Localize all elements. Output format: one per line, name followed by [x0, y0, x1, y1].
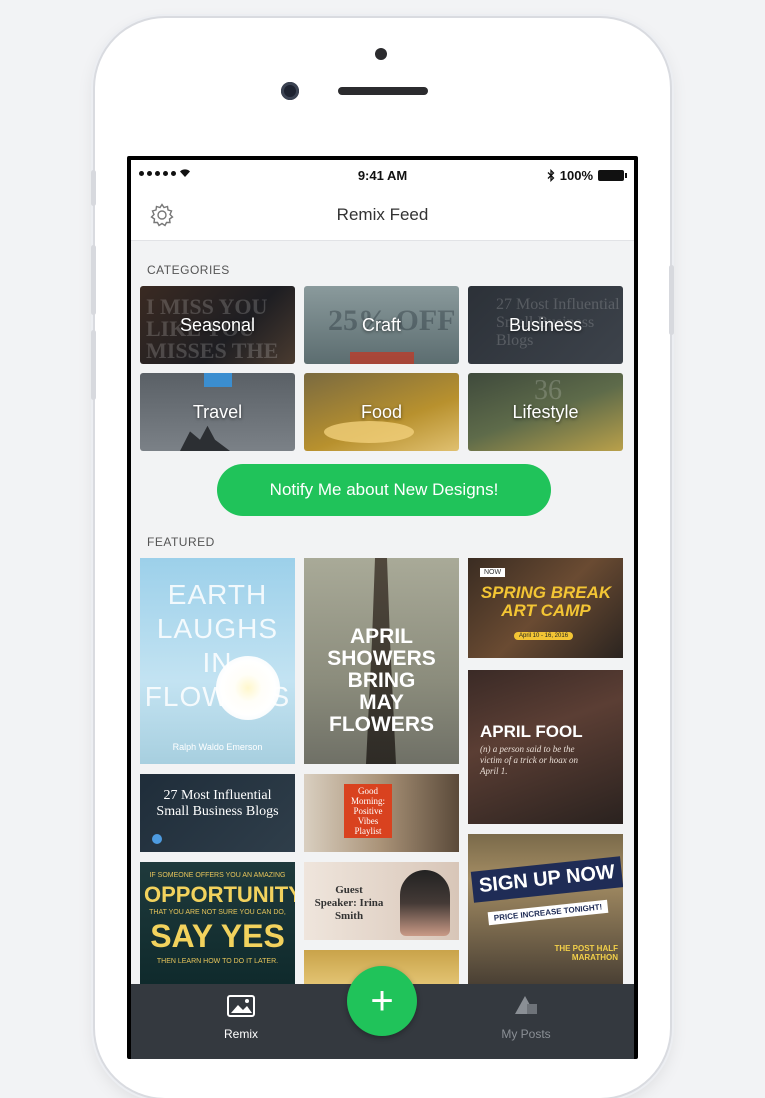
now-badge: NOW: [480, 568, 506, 577]
category-label: Craft: [361, 314, 401, 335]
categories-heading: CATEGORIES: [147, 263, 230, 277]
april-line: SHOWERS: [327, 647, 436, 670]
category-label: Food: [360, 401, 403, 422]
category-label: Business: [508, 314, 583, 335]
category-tile-business[interactable]: 27 Most Influential Small Business Blogs …: [468, 286, 623, 364]
category-tile-food[interactable]: Food: [304, 373, 459, 451]
earth-line: LAUGHS: [156, 613, 279, 644]
april-fool-title: APRIL FOOL: [480, 722, 583, 741]
profile-avatar: [152, 834, 162, 844]
volume-down-button: [91, 330, 96, 400]
featured-guest-speaker[interactable]: Guest Speaker: Irina Smith: [304, 862, 459, 940]
opportunity-line-small: THEN LEARN HOW TO DO IT LATER.: [156, 958, 279, 965]
sign-up-subtitle: PRICE INCREASE TONIGHT!: [487, 899, 609, 926]
remix-image-icon: [227, 995, 255, 1017]
opportunity-line-small: IF SOMEONE OFFERS YOU AN AMAZING: [149, 872, 286, 879]
april-line: FLOWERS: [329, 713, 434, 736]
volume-up-button: [91, 245, 96, 315]
featured-sign-up[interactable]: SIGN UP NOW PRICE INCREASE TONIGHT! THE …: [468, 834, 623, 984]
white-flower-image: [216, 656, 280, 720]
april-line: MAY: [359, 691, 404, 714]
navigation-bar: Remix Feed: [131, 190, 634, 241]
opportunity-line-big: OPPORTUNITY: [144, 882, 295, 907]
featured-earth-laughs[interactable]: EARTH LAUGHS IN FLOWERS Ralph Waldo Emer…: [140, 558, 295, 764]
featured-opportunity[interactable]: IF SOMEONE OFFERS YOU AN AMAZING OPPORTU…: [140, 862, 295, 984]
sign-up-title: SIGN UP NOW: [470, 856, 623, 903]
featured-april-fool[interactable]: APRIL FOOL (n) a person said to be the v…: [468, 670, 623, 824]
earth-credit: Ralph Waldo Emerson: [172, 742, 263, 752]
featured-spring-break[interactable]: NOW SPRING BREAK ART CAMP April 10 - 16,…: [468, 558, 623, 658]
status-right: 100%: [547, 168, 627, 183]
bluetooth-icon: [547, 169, 555, 182]
category-tile-seasonal[interactable]: I MISS YOU LIKE YOU MISSES THE Seasonal: [140, 286, 295, 364]
speaker-photo: [400, 870, 450, 936]
opportunity-say-yes: SAY YES: [150, 918, 285, 954]
spring-break-title: SPRING BREAK ART CAMP: [480, 583, 612, 620]
earpiece-speaker: [338, 87, 428, 95]
mute-switch: [91, 170, 96, 206]
morning-label: Good Morning: Positive Vibes Playlist: [344, 784, 392, 838]
category-tile-travel[interactable]: Travel: [140, 373, 295, 451]
speaker-text: Guest Speaker: Irina Smith: [314, 884, 384, 922]
category-label: Lifestyle: [512, 401, 579, 422]
april-line: BRING: [347, 669, 416, 692]
tab-remix[interactable]: Remix: [181, 994, 301, 1041]
featured-business-blogs[interactable]: 27 Most Influential Small Business Blogs: [140, 774, 295, 852]
tab-label: My Posts: [501, 1027, 551, 1041]
my-posts-shapes-icon: [515, 996, 537, 1014]
phone-screen: 9:41 AM 100% Remix Feed CATEGORIES I MIS…: [127, 156, 638, 1059]
proximity-sensor: [375, 48, 387, 60]
app-view: 9:41 AM 100% Remix Feed CATEGORIES I MIS…: [131, 160, 634, 1059]
sign-up-footer: THE POST HALF MARATHON: [554, 944, 618, 962]
front-camera: [281, 82, 299, 100]
april-showers-text: APRIL SHOWERS BRING MAY FLOWERS: [304, 626, 459, 736]
april-line: APRIL: [350, 625, 413, 648]
earth-line: EARTH: [167, 579, 268, 610]
category-tile-craft[interactable]: 25% OFF Craft: [304, 286, 459, 364]
page-title: Remix Feed: [336, 205, 429, 224]
featured-good-morning[interactable]: Good Morning: Positive Vibes Playlist: [304, 774, 459, 852]
category-label: Travel: [192, 401, 243, 422]
create-post-button[interactable]: +: [347, 966, 417, 1036]
tab-label: Remix: [223, 1027, 258, 1041]
blogs-title: 27 Most Influential Small Business Blogs: [156, 788, 279, 819]
battery-icon: [598, 170, 627, 181]
featured-april-showers[interactable]: APRIL SHOWERS BRING MAY FLOWERS: [304, 558, 459, 764]
tab-my-posts[interactable]: My Posts: [466, 994, 586, 1041]
power-button: [669, 265, 674, 335]
category-label: Seasonal: [179, 314, 256, 335]
opportunity-line-small: THAT YOU ARE NOT SURE YOU CAN DO,: [149, 909, 286, 916]
battery-percent: 100%: [559, 168, 593, 183]
april-fool-definition: (n) a person said to be the victim of a …: [480, 744, 578, 776]
featured-heading: FEATURED: [147, 535, 215, 549]
status-bar: 9:41 AM 100%: [131, 160, 634, 190]
notify-new-designs-button[interactable]: Notify Me about New Designs!: [217, 464, 551, 516]
spring-break-dates: April 10 - 16, 2016: [514, 632, 574, 640]
category-tile-lifestyle[interactable]: 36 Lifestyle: [468, 373, 623, 451]
